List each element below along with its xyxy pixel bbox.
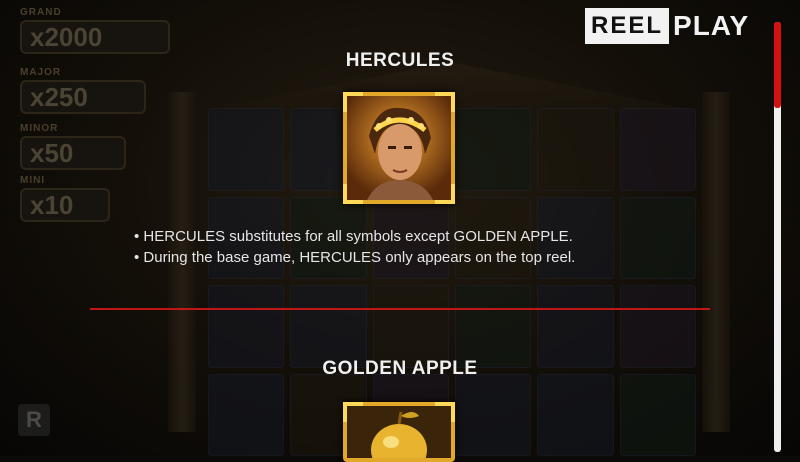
frame-corner [435,92,455,112]
golden-apple-icon [343,402,455,462]
frame-corner [343,184,363,204]
reel-cell [537,108,614,191]
section-divider [90,308,710,310]
logo-play-text: PLAY [673,10,750,41]
frame-corner [343,92,363,112]
hercules-title: HERCULES [345,50,455,71]
jackpot-value: x50 [20,136,126,170]
reel-cell [290,285,367,368]
hercules-portrait-icon [343,92,455,204]
frame-corner [435,184,455,204]
jackpot-value: x10 [20,188,110,222]
reel-cell [372,285,449,368]
reel-cell [537,285,614,368]
golden-apple-title: GOLDEN APPLE [322,358,478,379]
reel-cell [455,285,532,368]
jackpot-value: x2000 [20,20,170,54]
reel-cell [455,108,532,191]
frame-corner [435,402,455,422]
jackpot-label: GRAND [20,7,62,18]
reel-cell [537,373,614,456]
jackpot-major: MAJOR x250 [20,68,146,114]
reel-cell [455,373,532,456]
jackpot-value: x250 [20,80,146,114]
temple-pillar-right [702,92,730,432]
rule-line: • During the base game, HERCULES only ap… [134,249,576,266]
reel-cell [619,285,696,368]
reel-cell [619,373,696,456]
jackpot-label: MINI [20,175,46,186]
reel-cell [208,285,285,368]
reel-cell [208,108,285,191]
r-badge-icon: R [18,404,50,436]
reelplay-logo: REEL PLAY [585,8,749,44]
jackpot-grand: GRAND x2000 [20,7,170,54]
jackpot-label: MINOR [20,123,59,134]
logo-reel-text: REEL [585,8,670,44]
hercules-rules: • HERCULES substitutes for all symbols e… [134,226,694,268]
jackpot-mini: MINI x10 [20,175,110,222]
jackpot-minor: MINOR x50 [20,123,126,170]
reel-cell [619,108,696,191]
rule-line: • HERCULES substitutes for all symbols e… [134,228,573,245]
reel-cell [208,373,285,456]
frame-corner [343,402,363,422]
